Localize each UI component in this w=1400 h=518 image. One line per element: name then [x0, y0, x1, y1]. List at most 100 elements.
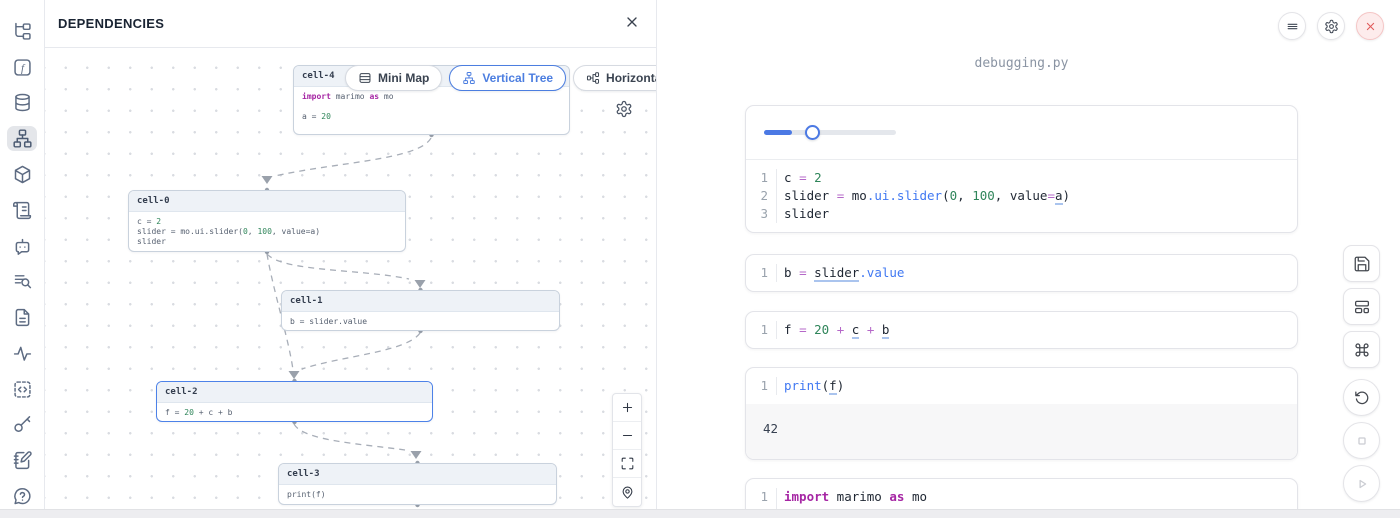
snippets-icon [12, 379, 33, 400]
line-number: 1 [746, 377, 777, 395]
sidebar-item-file-tree[interactable] [7, 19, 37, 44]
code-token: mo [852, 188, 867, 203]
code-token [844, 322, 852, 337]
code-editor[interactable]: 1import marimo as mo2 [746, 479, 1297, 509]
view-button-mini-map[interactable]: Mini Map [345, 65, 442, 91]
tracing-icon [12, 343, 33, 364]
notebook-cell[interactable]: 1import marimo as mo2 [745, 478, 1298, 509]
edge-arrowhead [289, 371, 300, 379]
graph-code-token: import [302, 92, 331, 101]
line-number: 1 [746, 264, 777, 282]
menu-button[interactable] [1278, 12, 1306, 40]
dependency-edge [267, 254, 409, 279]
code-line: 3slider [746, 205, 1297, 223]
chat-icon [12, 236, 33, 257]
sidebar-item-documentation[interactable] [7, 305, 37, 330]
graph-node-cell-3[interactable]: cell-3print(f) [278, 463, 557, 505]
sidebar-item-list-search[interactable] [7, 269, 37, 294]
code-line: 2slider = mo.ui.slider(0, 100, value=a) [746, 187, 1297, 205]
save-button[interactable] [1343, 245, 1380, 282]
graph-node-code: b = slider.value [282, 312, 559, 331]
code-token [807, 322, 815, 337]
code-token [844, 188, 852, 203]
dependency-graph-canvas[interactable]: Mini Map Vertical Tree Horizontal Tree cel… [45, 48, 656, 509]
slider-track[interactable] [764, 130, 896, 135]
secrets-icon [12, 414, 33, 435]
run-button[interactable] [1343, 465, 1380, 502]
view-button-label: Horizontal Tree [606, 71, 656, 85]
code-token [792, 170, 800, 185]
sidebar-item-variables[interactable]: f [7, 55, 37, 80]
code-editor[interactable]: 1c = 22slider = mo.ui.slider(0, 100, val… [746, 160, 1297, 232]
edge-arrowhead [411, 451, 422, 459]
graph-code-token: b = slider.value [290, 317, 367, 326]
menu-icon [1285, 19, 1300, 34]
edge-arrowhead [415, 280, 426, 288]
stop-button[interactable] [1343, 422, 1380, 459]
layout-icon [1353, 298, 1371, 316]
graph-node-cell-1[interactable]: cell-1b = slider.value [281, 290, 560, 331]
code-editor[interactable]: 1b = slider.value [746, 255, 1297, 291]
graph-code-token: a = [302, 112, 321, 121]
code-token [807, 170, 815, 185]
view-button-vertical-tree[interactable]: Vertical Tree [449, 65, 566, 91]
zoom-out-button[interactable] [613, 422, 641, 450]
sidebar-item-chat[interactable] [7, 234, 37, 259]
code-editor[interactable]: 1f = 20 + c + b [746, 312, 1297, 348]
sidebar-item-help[interactable] [7, 484, 37, 509]
graph-node-cell-2[interactable]: cell-2f = 20 + c + b [156, 381, 433, 422]
zoom-in-button[interactable] [613, 394, 641, 422]
code-text: print(f) [784, 377, 844, 395]
shutdown-button[interactable] [1356, 12, 1384, 40]
notebook-cell[interactable]: 1b = slider.value [745, 254, 1298, 292]
layout-button[interactable] [1343, 288, 1380, 325]
notebook-area: debugging.py 1c = 22slider = mo.ui.slide… [657, 0, 1400, 509]
sidebar-item-logs[interactable] [7, 198, 37, 223]
command-palette-button[interactable] [1343, 331, 1380, 368]
notebook-cell[interactable]: 1print(f)42 [745, 367, 1298, 460]
graph-code-line [302, 102, 561, 112]
code-token [829, 188, 837, 203]
undo-button[interactable] [1343, 379, 1380, 416]
graph-view-toolbar: Mini Map Vertical Tree Horizontal Tree [345, 65, 656, 91]
graph-code-line: print(f) [287, 490, 548, 500]
sidebar-item-packages[interactable] [7, 162, 37, 187]
graph-settings-button[interactable] [615, 100, 633, 121]
dependencies-icon [12, 128, 33, 149]
shutdown-icon [1363, 19, 1378, 34]
datasources-icon [12, 92, 33, 113]
sidebar-item-datasources[interactable] [7, 91, 37, 116]
sidebar-item-tracing[interactable] [7, 341, 37, 366]
sidebar-item-notepad[interactable] [7, 448, 37, 473]
variables-icon: f [12, 57, 33, 78]
line-number: 2 [746, 187, 777, 205]
graph-node-code: import marimo as mo a = 20 [294, 87, 569, 127]
view-button-label: Mini Map [378, 71, 429, 85]
sidebar-item-snippets[interactable] [7, 377, 37, 402]
sidebar-item-dependencies[interactable] [7, 126, 37, 151]
notebook-settings-button[interactable] [1317, 12, 1345, 40]
center-location-button[interactable] [613, 478, 641, 506]
code-editor[interactable]: 1 print(f) [746, 368, 1297, 404]
slider-handle[interactable] [805, 125, 820, 140]
code-token: f [784, 322, 792, 337]
gear-icon [615, 106, 633, 121]
notebook-cell[interactable]: 1c = 22slider = mo.ui.slider(0, 100, val… [745, 105, 1298, 233]
logs-icon [12, 200, 33, 221]
code-text: f = 20 + c + b [784, 321, 889, 339]
horizontal-scrollbar[interactable] [0, 509, 1400, 518]
sidebar-item-secrets[interactable] [7, 413, 37, 438]
notebook-cell[interactable]: 1f = 20 + c + b [745, 311, 1298, 349]
dependency-edge [294, 424, 405, 450]
code-token: = [799, 265, 807, 280]
command-palette-icon [1353, 341, 1371, 359]
graph-node-cell-0[interactable]: cell-0c = 2slider = mo.ui.slider(0, 100,… [128, 190, 406, 252]
save-icon [1353, 255, 1371, 273]
code-token: b [882, 322, 890, 339]
fit-view-button[interactable] [613, 450, 641, 478]
code-token: 2 [814, 170, 822, 185]
close-panel-button[interactable] [624, 14, 640, 33]
view-button-horizontal-tree[interactable]: Horizontal Tree [573, 65, 656, 91]
svg-text:f: f [20, 62, 25, 74]
code-token: ) [837, 378, 845, 393]
